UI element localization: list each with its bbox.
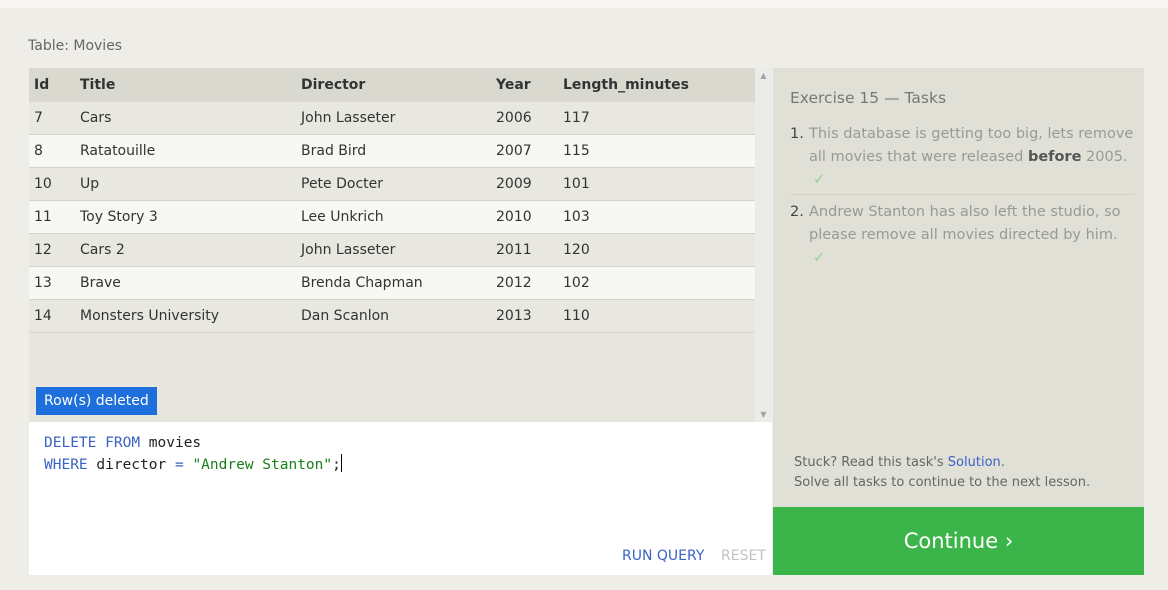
results-panel: Id Title Director Year Length_minutes 7 … — [29, 68, 772, 422]
cell-id: 13 — [29, 266, 80, 300]
cell-director: Pete Docter — [301, 167, 496, 201]
check-icon: ✓ — [813, 250, 826, 266]
stuck-text: Stuck? Read this task's — [794, 455, 948, 470]
code-identifier: director — [96, 457, 167, 473]
cell-id: 11 — [29, 200, 80, 234]
cell-year: 2007 — [496, 134, 563, 168]
cell-length: 103 — [563, 200, 755, 234]
help-text: Stuck? Read this task's Solution. Solve … — [794, 453, 1090, 493]
cell-director: Lee Unkrich — [301, 200, 496, 234]
cell-title: Toy Story 3 — [80, 200, 301, 234]
cell-director: John Lasseter — [301, 233, 496, 267]
task-text: Andrew Stanton has also left the studio,… — [809, 204, 1121, 243]
cell-length: 115 — [563, 134, 755, 168]
cell-title: Cars — [80, 102, 301, 135]
table-row: 8 Ratatouille Brad Bird 2007 115 — [29, 134, 755, 168]
tasks-title: Exercise 15 — Tasks — [790, 89, 947, 107]
task-text: 2005. — [1081, 149, 1128, 165]
column-header-title: Title — [80, 68, 301, 102]
reset-button[interactable]: RESET — [721, 548, 766, 564]
check-icon: ✓ — [813, 172, 826, 188]
task-number: 2. — [790, 204, 804, 220]
text-cursor — [340, 454, 342, 472]
task-number: 1. — [790, 126, 804, 142]
cell-id: 10 — [29, 167, 80, 201]
column-header-director: Director — [301, 68, 496, 102]
continue-note: Solve all tasks to continue to the next … — [794, 475, 1091, 490]
cell-title: Up — [80, 167, 301, 201]
query-editor[interactable]: DELETE FROM movies WHERE director = "And… — [29, 422, 772, 575]
cell-length: 117 — [563, 102, 755, 135]
results-table: Id Title Director Year Length_minutes 7 … — [29, 68, 755, 333]
cell-year: 2013 — [496, 299, 563, 333]
continue-button[interactable]: Continue › — [773, 507, 1144, 575]
cell-year: 2012 — [496, 266, 563, 300]
cell-director: John Lasseter — [301, 102, 496, 135]
query-code[interactable]: DELETE FROM movies WHERE director = "And… — [44, 433, 342, 476]
column-header-year: Year — [496, 68, 563, 102]
cell-length: 101 — [563, 167, 755, 201]
scroll-up-arrow-icon[interactable]: ▲ — [755, 71, 772, 80]
cell-length: 102 — [563, 266, 755, 300]
table-row: 14 Monsters University Dan Scanlon 2013 … — [29, 299, 755, 333]
cell-title: Ratatouille — [80, 134, 301, 168]
table-label: Table: Movies — [28, 38, 123, 54]
results-scrollbar[interactable]: ▲ ▼ — [755, 68, 772, 422]
cell-year: 2011 — [496, 233, 563, 267]
column-header-length: Length_minutes — [563, 68, 755, 102]
cell-title: Cars 2 — [80, 233, 301, 267]
task-text-bold: before — [1027, 149, 1082, 165]
table-header-row: Id Title Director Year Length_minutes — [29, 68, 755, 102]
code-operator: = — [174, 457, 184, 473]
status-badge: Row(s) deleted — [36, 387, 157, 415]
cell-title: Monsters University — [80, 299, 301, 333]
run-query-button[interactable]: RUN QUERY — [622, 548, 704, 564]
table-row: 11 Toy Story 3 Lee Unkrich 2010 103 — [29, 200, 755, 234]
table-row: 10 Up Pete Docter 2009 101 — [29, 167, 755, 201]
code-keyword: DELETE — [44, 435, 97, 451]
top-bar — [0, 0, 1168, 8]
cell-year: 2006 — [496, 102, 563, 135]
table-row: 13 Brave Brenda Chapman 2012 102 — [29, 266, 755, 300]
cell-id: 7 — [29, 102, 80, 135]
tasks-panel: Exercise 15 — Tasks 1. This database is … — [773, 68, 1144, 507]
task-item: 2. Andrew Stanton has also left the stud… — [790, 201, 1134, 270]
code-identifier: movies — [148, 435, 202, 451]
cell-director: Dan Scanlon — [301, 299, 496, 333]
code-terminator: ; — [332, 457, 341, 473]
task-list: 1. This database is getting too big, let… — [790, 123, 1134, 270]
cell-year: 2010 — [496, 200, 563, 234]
cell-length: 120 — [563, 233, 755, 267]
code-keyword: FROM — [105, 435, 141, 451]
cell-id: 12 — [29, 233, 80, 267]
task-item: 1. This database is getting too big, let… — [790, 123, 1134, 195]
cell-id: 14 — [29, 299, 80, 333]
column-header-id: Id — [29, 68, 80, 102]
solution-link[interactable]: Solution — [948, 455, 1001, 470]
scroll-down-arrow-icon[interactable]: ▼ — [755, 410, 772, 419]
cell-director: Brad Bird — [301, 134, 496, 168]
cell-year: 2009 — [496, 167, 563, 201]
stuck-suffix: . — [1000, 455, 1005, 470]
cell-id: 8 — [29, 134, 80, 168]
cell-length: 110 — [563, 299, 755, 333]
table-row: 12 Cars 2 John Lasseter 2011 120 — [29, 233, 755, 267]
cell-director: Brenda Chapman — [301, 266, 496, 300]
table-row: 7 Cars John Lasseter 2006 117 — [29, 102, 755, 135]
code-keyword: WHERE — [44, 457, 88, 473]
cell-title: Brave — [80, 266, 301, 300]
code-string: "Andrew Stanton" — [192, 457, 333, 473]
